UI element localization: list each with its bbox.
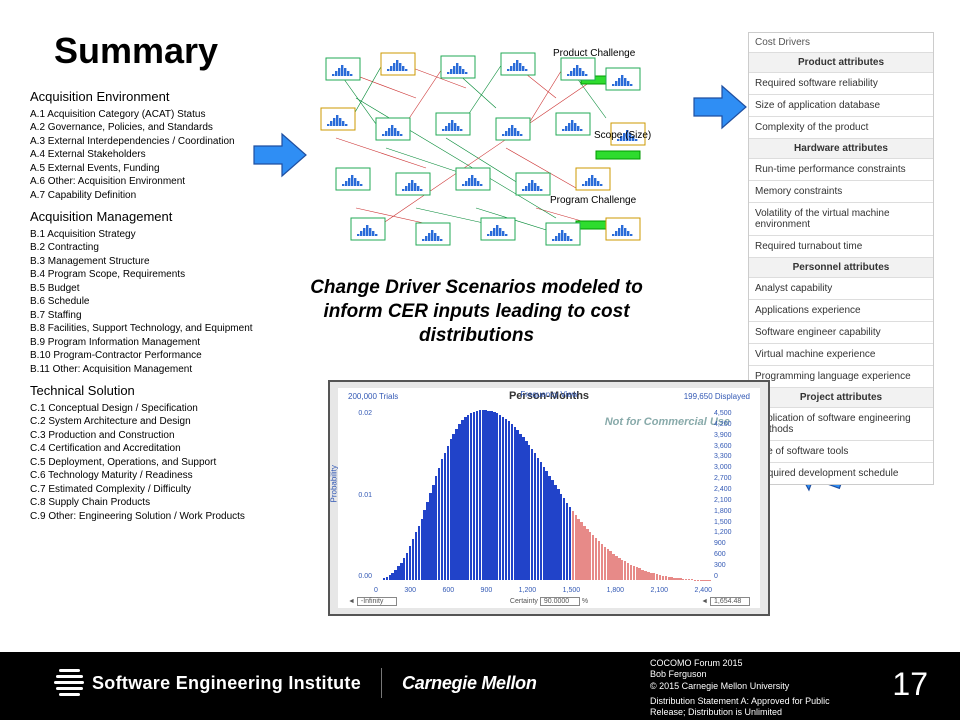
outline-item: B.10 Program-Contractor Performance bbox=[30, 349, 290, 363]
table-row: Volatility of the virtual machine enviro… bbox=[749, 203, 933, 236]
sei-logo: Software Engineering Institute bbox=[54, 669, 361, 697]
table-row: Required software reliability bbox=[749, 73, 933, 95]
outline-item: B.4 Program Scope, Requirements bbox=[30, 268, 290, 282]
chart-bottom-bar: ◄ -Infinity Certainty 90.0000 % ◄ 1,654.… bbox=[348, 597, 750, 606]
outline-item: C.6 Technology Maturity / Readiness bbox=[30, 469, 290, 483]
outline-item: B.11 Other: Acquisition Management bbox=[30, 363, 290, 377]
outline-item: C.4 Certification and Accreditation bbox=[30, 442, 290, 456]
chart-view: Frequency View bbox=[338, 390, 760, 399]
chart-yticks-right: 4,5004,2003,9003,6003,3003,0002,7002,400… bbox=[714, 410, 742, 580]
table-row: Run-time performance constraints bbox=[749, 159, 933, 181]
table-row: Applications experience bbox=[749, 300, 933, 322]
table-group-header: Project attributes bbox=[749, 388, 933, 408]
outline-item: B.2 Contracting bbox=[30, 241, 290, 255]
chart-left-bound: -Infinity bbox=[357, 597, 397, 606]
chart-xticks: 03006009001,2001,5001,8002,1002,400 bbox=[374, 587, 712, 594]
outline-item: A.5 External Events, Funding bbox=[30, 162, 290, 176]
table-row: Memory constraints bbox=[749, 181, 933, 203]
outline-item: C.7 Estimated Complexity / Difficulty bbox=[30, 483, 290, 497]
outline-item: B.3 Management Structure bbox=[30, 255, 290, 269]
center-message: Change Driver Scenarios modeled to infor… bbox=[304, 276, 649, 347]
outline-item: A.2 Governance, Policies, and Standards bbox=[30, 121, 290, 135]
outline-item: B.6 Schedule bbox=[30, 295, 290, 309]
outline-item: A.3 External Interdependencies / Coordin… bbox=[30, 135, 290, 149]
table-row: Complexity of the product bbox=[749, 117, 933, 139]
table-header: Cost Drivers bbox=[749, 33, 933, 53]
table-group-header: Hardware attributes bbox=[749, 139, 933, 159]
outline-item: C.9 Other: Engineering Solution / Work P… bbox=[30, 510, 290, 524]
net-label-scope: Scope (Size) bbox=[594, 130, 651, 141]
footer-line1: COCOMO Forum 2015 bbox=[650, 658, 860, 669]
chart-right-bound: 1,654.48 bbox=[710, 597, 750, 606]
outline-item: B.8 Facilities, Support Technology, and … bbox=[30, 322, 290, 336]
chart-bars bbox=[374, 410, 712, 580]
outline-item: B.5 Budget bbox=[30, 282, 290, 296]
footer-meta: COCOMO Forum 2015 Bob Ferguson © 2015 Ca… bbox=[650, 658, 860, 718]
slide: Summary Acquisition Environment A.1 Acqui… bbox=[0, 0, 960, 720]
histogram: 200,000 Trials Person-Months 199,650 Dis… bbox=[328, 380, 770, 616]
chart-yticks-left: 0.020.010.00 bbox=[354, 410, 372, 580]
sei-text: Software Engineering Institute bbox=[92, 673, 361, 694]
outline-item: A.4 External Stakeholders bbox=[30, 148, 290, 162]
sei-glyph-icon bbox=[54, 669, 84, 697]
table-row: Software engineer capability bbox=[749, 322, 933, 344]
outline-item: A.6 Other: Acquisition Environment bbox=[30, 175, 290, 189]
footer-line4: Distribution Statement A: Approved for P… bbox=[650, 696, 860, 719]
outline-item: C.5 Deployment, Operations, and Support bbox=[30, 456, 290, 470]
table-row: Required development schedule bbox=[749, 463, 933, 484]
chart-cert-unit: % bbox=[582, 598, 588, 605]
network-diagram bbox=[296, 38, 646, 253]
table-row: Programming language experience bbox=[749, 366, 933, 388]
arrow-right-icon bbox=[692, 82, 748, 137]
footer-line3: © 2015 Carnegie Mellon University bbox=[650, 681, 860, 692]
page-title: Summary bbox=[54, 30, 218, 72]
left-outline: Acquisition Environment A.1 Acquisition C… bbox=[30, 88, 290, 523]
outline-item: A.7 Capability Definition bbox=[30, 189, 290, 203]
cost-drivers-table: Cost DriversProduct attributesRequired s… bbox=[748, 32, 934, 485]
table-row: Analyst capability bbox=[749, 278, 933, 300]
footer: Software Engineering Institute Carnegie … bbox=[0, 652, 960, 720]
table-row: Required turnabout time bbox=[749, 236, 933, 258]
outline-item: A.1 Acquisition Category (ACAT) Status bbox=[30, 108, 290, 122]
table-group-header: Product attributes bbox=[749, 53, 933, 73]
outline-item: B.7 Staffing bbox=[30, 309, 290, 323]
outline-item: C.3 Production and Construction bbox=[30, 429, 290, 443]
slide-number: 17 bbox=[892, 666, 928, 703]
chart-cert-value: 90.0000 bbox=[540, 597, 580, 606]
outline-group-title: Acquisition Environment bbox=[30, 88, 290, 106]
chart-ylabel: Probability bbox=[330, 465, 339, 502]
outline-item: B.9 Program Information Management bbox=[30, 336, 290, 350]
table-group-header: Personnel attributes bbox=[749, 258, 933, 278]
outline-item: C.1 Conceptual Design / Specification bbox=[30, 402, 290, 416]
footer-line2: Bob Ferguson bbox=[650, 669, 860, 680]
footer-separator bbox=[381, 668, 382, 698]
outline-item: C.8 Supply Chain Products bbox=[30, 496, 290, 510]
chart-cert-label: Certainty bbox=[510, 598, 538, 605]
outline-item: B.1 Acquisition Strategy bbox=[30, 228, 290, 242]
cmu-wordmark: Carnegie Mellon bbox=[402, 673, 537, 694]
net-label-program: Program Challenge bbox=[550, 195, 636, 206]
table-row: Application of software engineering meth… bbox=[749, 408, 933, 441]
arrow-right-icon bbox=[252, 130, 308, 185]
table-row: Virtual machine experience bbox=[749, 344, 933, 366]
outline-group-title: Technical Solution bbox=[30, 382, 290, 400]
table-row: Use of software tools bbox=[749, 441, 933, 463]
net-label-product: Product Challenge bbox=[553, 48, 635, 59]
outline-group-title: Acquisition Management bbox=[30, 208, 290, 226]
table-row: Size of application database bbox=[749, 95, 933, 117]
outline-item: C.2 System Architecture and Design bbox=[30, 415, 290, 429]
